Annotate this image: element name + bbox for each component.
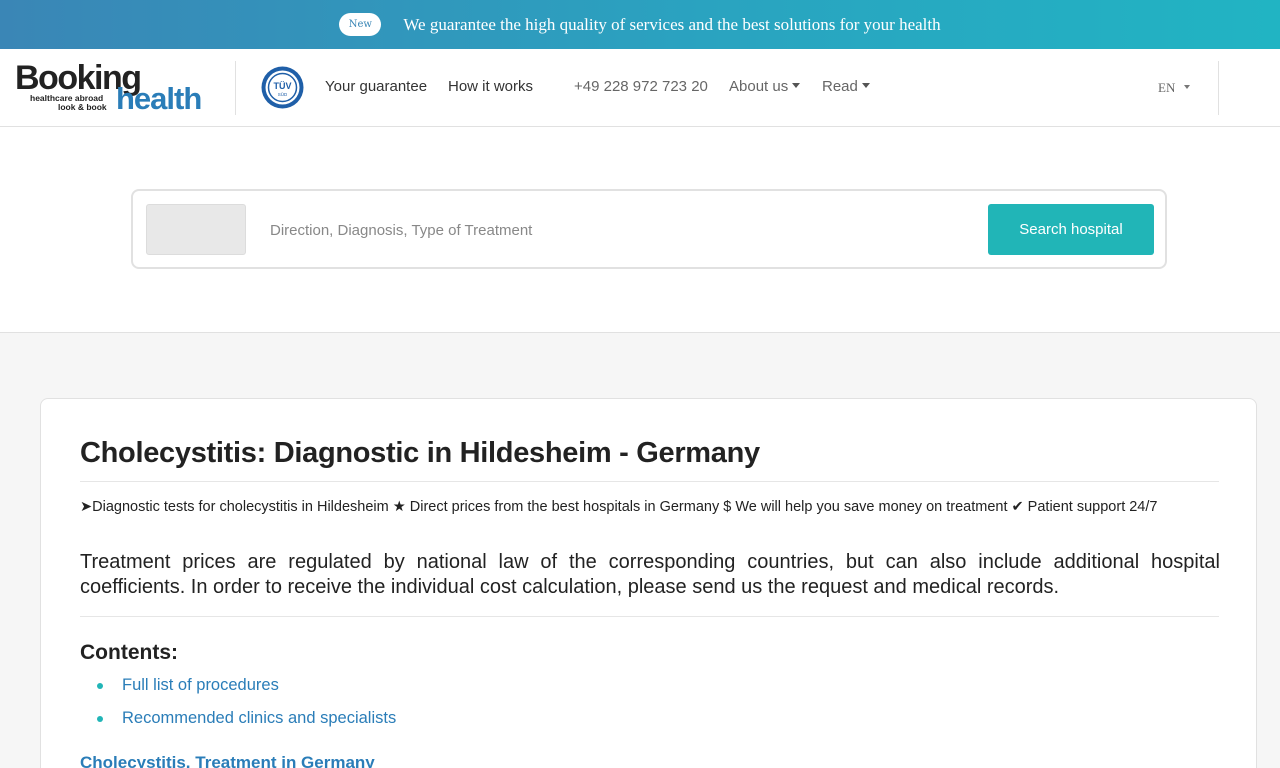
logo-brand-bottom: health <box>116 81 202 116</box>
page-subtitle: ➤Diagnostic tests for cholecystitis in H… <box>80 499 1158 515</box>
title-divider <box>80 481 1219 482</box>
treatment-link[interactable]: Cholecystitis. Treatment in Germany <box>80 753 375 768</box>
contents-list: Full list of procedures Recommended clin… <box>97 676 396 742</box>
nav-about-us-label: About us <box>729 78 789 95</box>
top-banner: New We guarantee the high quality of ser… <box>0 0 1280 49</box>
search-section: Search hospital <box>0 127 1280 333</box>
tuv-sud-icon[interactable]: TÜV SÜD <box>261 66 304 109</box>
chevron-down-icon <box>861 82 870 88</box>
country-select[interactable] <box>146 204 246 255</box>
contents-heading: Contents: <box>80 641 178 664</box>
notice-divider <box>80 616 1219 617</box>
nav-your-guarantee[interactable]: Your guarantee <box>325 78 427 95</box>
logo-tagline-2: look & book <box>58 102 107 112</box>
header-divider-right <box>1218 61 1219 115</box>
nav-read[interactable]: Read <box>822 78 870 95</box>
nav-about-us[interactable]: About us <box>729 78 801 95</box>
tuv-line1: TÜV <box>274 81 292 91</box>
chevron-down-icon <box>1184 85 1191 90</box>
language-selector[interactable]: EN <box>1158 80 1191 96</box>
contents-link-clinics[interactable]: Recommended clinics and specialists <box>97 709 396 742</box>
tuv-line2: SÜD <box>278 91 288 97</box>
booking-health-logo[interactable]: Booking healthcare abroad look & book he… <box>15 59 210 117</box>
nav-phone[interactable]: +49 228 972 723 20 <box>574 78 708 95</box>
search-box: Search hospital <box>131 189 1167 269</box>
search-hospital-button[interactable]: Search hospital <box>988 204 1154 255</box>
nav-read-label: Read <box>822 78 858 95</box>
header-divider <box>235 61 236 115</box>
site-header: Booking healthcare abroad look & book he… <box>0 49 1280 127</box>
nav-how-it-works[interactable]: How it works <box>448 78 533 95</box>
banner-text[interactable]: We guarantee the high quality of service… <box>403 15 940 35</box>
content-card: Cholecystitis: Diagnostic in Hildesheim … <box>40 398 1257 768</box>
price-notice: Treatment prices are regulated by nation… <box>80 551 1220 598</box>
page-title: Cholecystitis: Diagnostic in Hildesheim … <box>80 437 760 469</box>
search-input[interactable] <box>270 213 970 247</box>
contents-link-procedures[interactable]: Full list of procedures <box>97 676 396 709</box>
new-badge: New <box>339 13 382 36</box>
chevron-down-icon <box>792 82 801 88</box>
language-label: EN <box>1158 80 1176 95</box>
